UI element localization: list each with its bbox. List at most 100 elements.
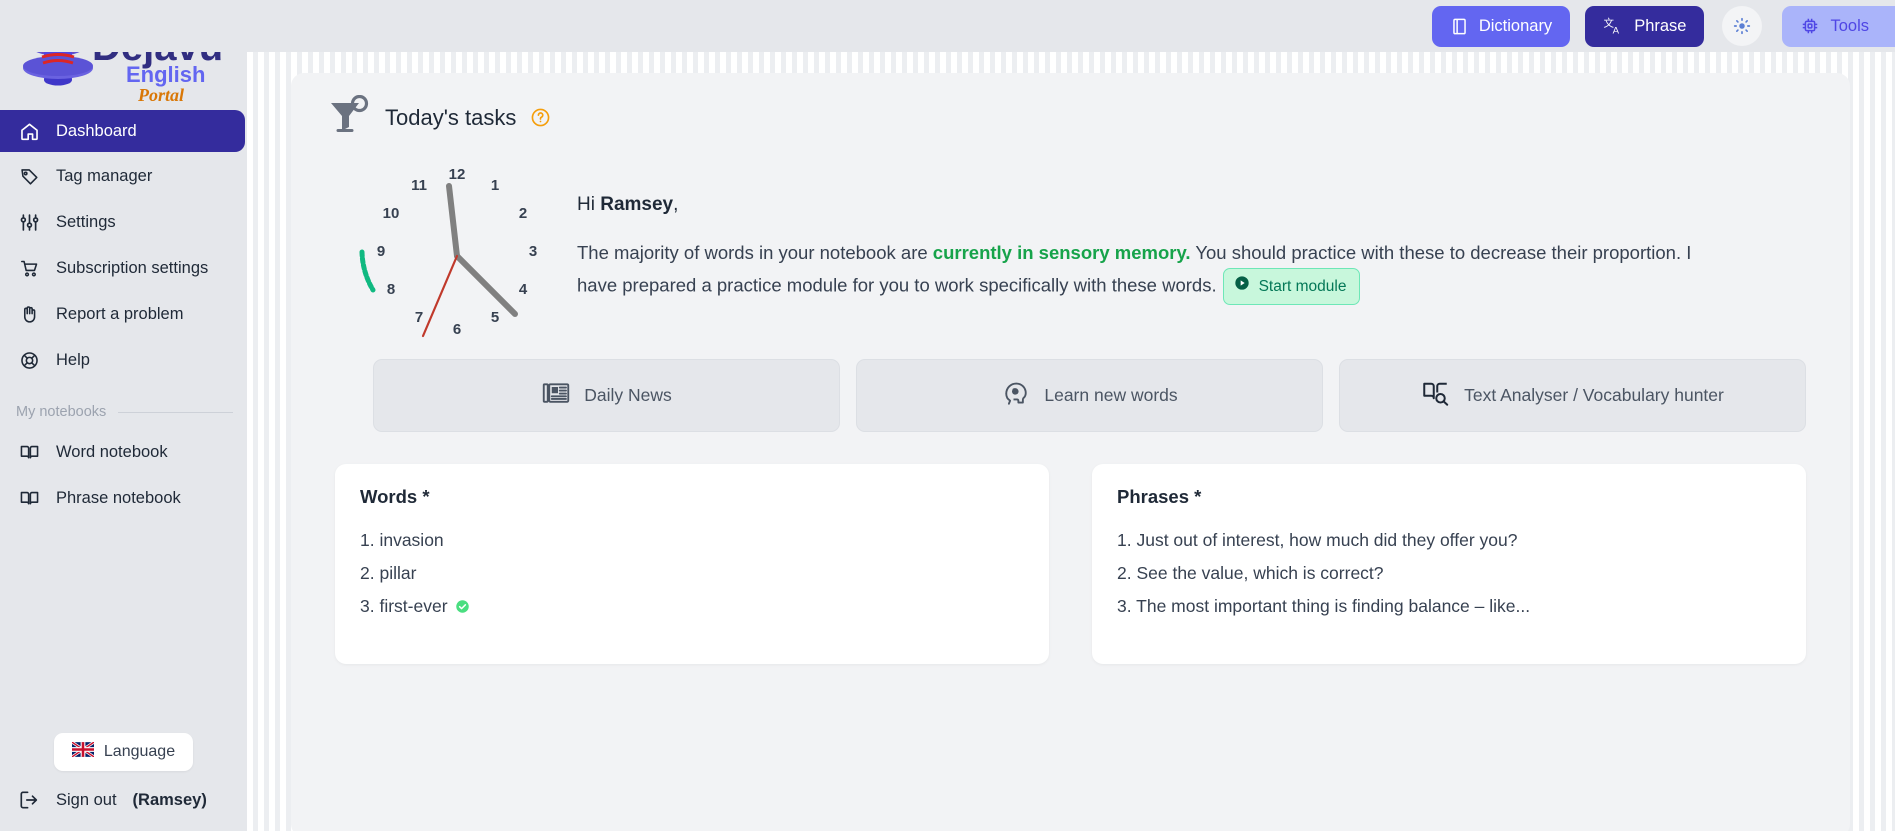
svg-text:4: 4 <box>519 281 528 298</box>
list-item[interactable]: 1. invasion <box>360 524 1024 557</box>
sidebar-item-settings[interactable]: Settings <box>0 200 247 244</box>
theme-toggle-button[interactable] <box>1722 6 1763 46</box>
phrase-text: 3. The most important thing is finding b… <box>1117 596 1531 616</box>
action-cards: Daily News Learn new words Text Analyser… <box>327 359 1814 432</box>
paragraph-part-1: The majority of words in your notebook a… <box>577 242 933 263</box>
learn-new-words-card[interactable]: Learn new words <box>856 359 1323 432</box>
greeting-prefix: Hi <box>577 194 601 215</box>
sidebar-item-label: Help <box>56 350 90 369</box>
svg-text:7: 7 <box>415 309 423 326</box>
sidebar-nav: Dashboard Tag manager Settings Subscript… <box>0 110 247 384</box>
chip-icon <box>1800 16 1820 36</box>
sidebar-item-label: Word notebook <box>56 442 168 461</box>
play-circle-icon <box>1234 274 1250 299</box>
svg-text:6: 6 <box>453 321 461 338</box>
phrase-text: 1. Just out of interest, how much did th… <box>1117 530 1518 550</box>
daily-news-label: Daily News <box>584 385 672 405</box>
svg-text:3: 3 <box>529 243 537 260</box>
list-item[interactable]: 2. pillar <box>360 557 1024 590</box>
sidebar-item-report-a-problem[interactable]: Report a problem <box>0 292 247 336</box>
sidebar-item-word-notebook[interactable]: Word notebook <box>0 430 247 474</box>
intro-paragraph: The majority of words in your notebook a… <box>577 238 1734 306</box>
greeting-name: Ramsey <box>600 194 674 215</box>
hero-section: 12 1 2 3 4 5 6 7 8 9 10 11 Hi Ramsey, Th… <box>327 148 1814 349</box>
list-item[interactable]: 3. The most important thing is finding b… <box>1117 590 1781 623</box>
words-card-title: Words * <box>360 486 430 507</box>
logout-icon <box>18 789 40 811</box>
tools-label: Tools <box>1830 16 1869 35</box>
sensory-memory-highlight: currently in sensory memory. <box>932 242 1191 263</box>
book-icon <box>1450 17 1469 36</box>
language-label: Language <box>103 743 176 760</box>
cart-icon <box>18 257 40 279</box>
sidebar-item-label: Dashboard <box>56 121 137 140</box>
question-circle-icon[interactable] <box>530 107 551 128</box>
book-open-icon <box>18 441 40 463</box>
text-analyser-card[interactable]: Text Analyser / Vocabulary hunter <box>1339 359 1806 432</box>
sidebar-item-label: Phrase notebook <box>56 488 181 507</box>
svg-text:Portal: Portal <box>137 85 184 105</box>
divider <box>118 411 233 413</box>
svg-text:8: 8 <box>387 281 395 298</box>
brightness-icon <box>1732 16 1752 36</box>
book-search-icon <box>1421 378 1451 413</box>
svg-text:5: 5 <box>491 309 499 326</box>
check-circle-icon <box>455 599 470 614</box>
sign-out-button[interactable]: Sign out (Ramsey) <box>0 789 247 831</box>
svg-text:English: English <box>126 62 205 87</box>
list-item[interactable]: 1. Just out of interest, how much did th… <box>1117 524 1781 557</box>
sidebar-item-tag-manager[interactable]: Tag manager <box>0 154 247 198</box>
word-text: 2. pillar <box>360 563 417 583</box>
text-analyser-label: Text Analyser / Vocabulary hunter <box>1464 385 1724 405</box>
sidebar-item-label: Settings <box>56 212 116 231</box>
page-header: Today's tasks <box>327 94 1814 140</box>
lifebuoy-icon <box>18 349 40 371</box>
list-item[interactable]: 2. See the value, which is correct? <box>1117 557 1781 590</box>
list-item[interactable]: 3. first-ever <box>360 590 1024 623</box>
newspaper-icon <box>541 378 571 413</box>
language-button[interactable]: Language <box>53 733 194 771</box>
greeting: Hi Ramsey, <box>577 194 1734 216</box>
book-open-icon <box>18 487 40 509</box>
start-module-label: Start module <box>1258 277 1347 295</box>
hero-text: Hi Ramsey, The majority of words in your… <box>577 148 1814 306</box>
sidebar-section-notebooks: My notebooks <box>0 404 247 420</box>
phrase-button[interactable]: 文 A Phrase <box>1585 5 1705 47</box>
words-card: Words * 1. invasion 2. pillar 3. first-e… <box>335 464 1049 664</box>
tools-button[interactable]: Tools <box>1782 5 1895 47</box>
sidebar-item-phrase-notebook[interactable]: Phrase notebook <box>0 476 247 520</box>
section-title: My notebooks <box>16 404 107 420</box>
dictionary-button[interactable]: Dictionary <box>1431 5 1571 47</box>
sidebar: Dejavu English Portal Dashboard <box>0 0 247 831</box>
sidebar-item-subscription-settings[interactable]: Subscription settings <box>0 246 247 290</box>
hand-icon <box>18 303 40 325</box>
sidebar-item-label: Tag manager <box>56 166 153 185</box>
phrases-card: Phrases * 1. Just out of interest, how m… <box>1092 464 1806 664</box>
greeting-suffix: , <box>673 194 679 215</box>
svg-text:11: 11 <box>411 177 427 194</box>
svg-text:10: 10 <box>383 205 400 222</box>
start-module-button[interactable]: Start module <box>1222 267 1361 306</box>
svg-text:1: 1 <box>491 177 499 194</box>
dictionary-label: Dictionary <box>1478 16 1553 35</box>
page-title: Today's tasks <box>385 104 517 130</box>
sidebar-item-help[interactable]: Help <box>0 338 247 382</box>
main-content: Today's tasks 12 1 2 3 4 5 6 7 8 9 10 11… <box>247 52 1895 831</box>
phrase-text: 2. See the value, which is correct? <box>1117 563 1384 583</box>
learn-new-words-label: Learn new words <box>1044 385 1178 405</box>
dashboard-panel: Today's tasks 12 1 2 3 4 5 6 7 8 9 10 11… <box>291 73 1850 831</box>
uk-flag-icon <box>71 740 95 762</box>
phrases-card-title: Phrases * <box>1117 486 1202 507</box>
memory-clock-chart: 12 1 2 3 4 5 6 7 8 9 10 11 <box>327 148 577 349</box>
svg-text:2: 2 <box>519 205 527 222</box>
funnel-icon <box>327 94 371 140</box>
sidebar-item-label: Subscription settings <box>56 258 209 277</box>
daily-news-card[interactable]: Daily News <box>373 359 840 432</box>
sidebar-item-dashboard[interactable]: Dashboard <box>0 110 245 152</box>
sign-out-label: Sign out <box>56 790 117 809</box>
svg-text:A: A <box>1613 25 1620 36</box>
notebook-lists: Words * 1. invasion 2. pillar 3. first-e… <box>327 464 1814 664</box>
tag-icon <box>18 165 40 187</box>
svg-text:12: 12 <box>449 166 466 183</box>
